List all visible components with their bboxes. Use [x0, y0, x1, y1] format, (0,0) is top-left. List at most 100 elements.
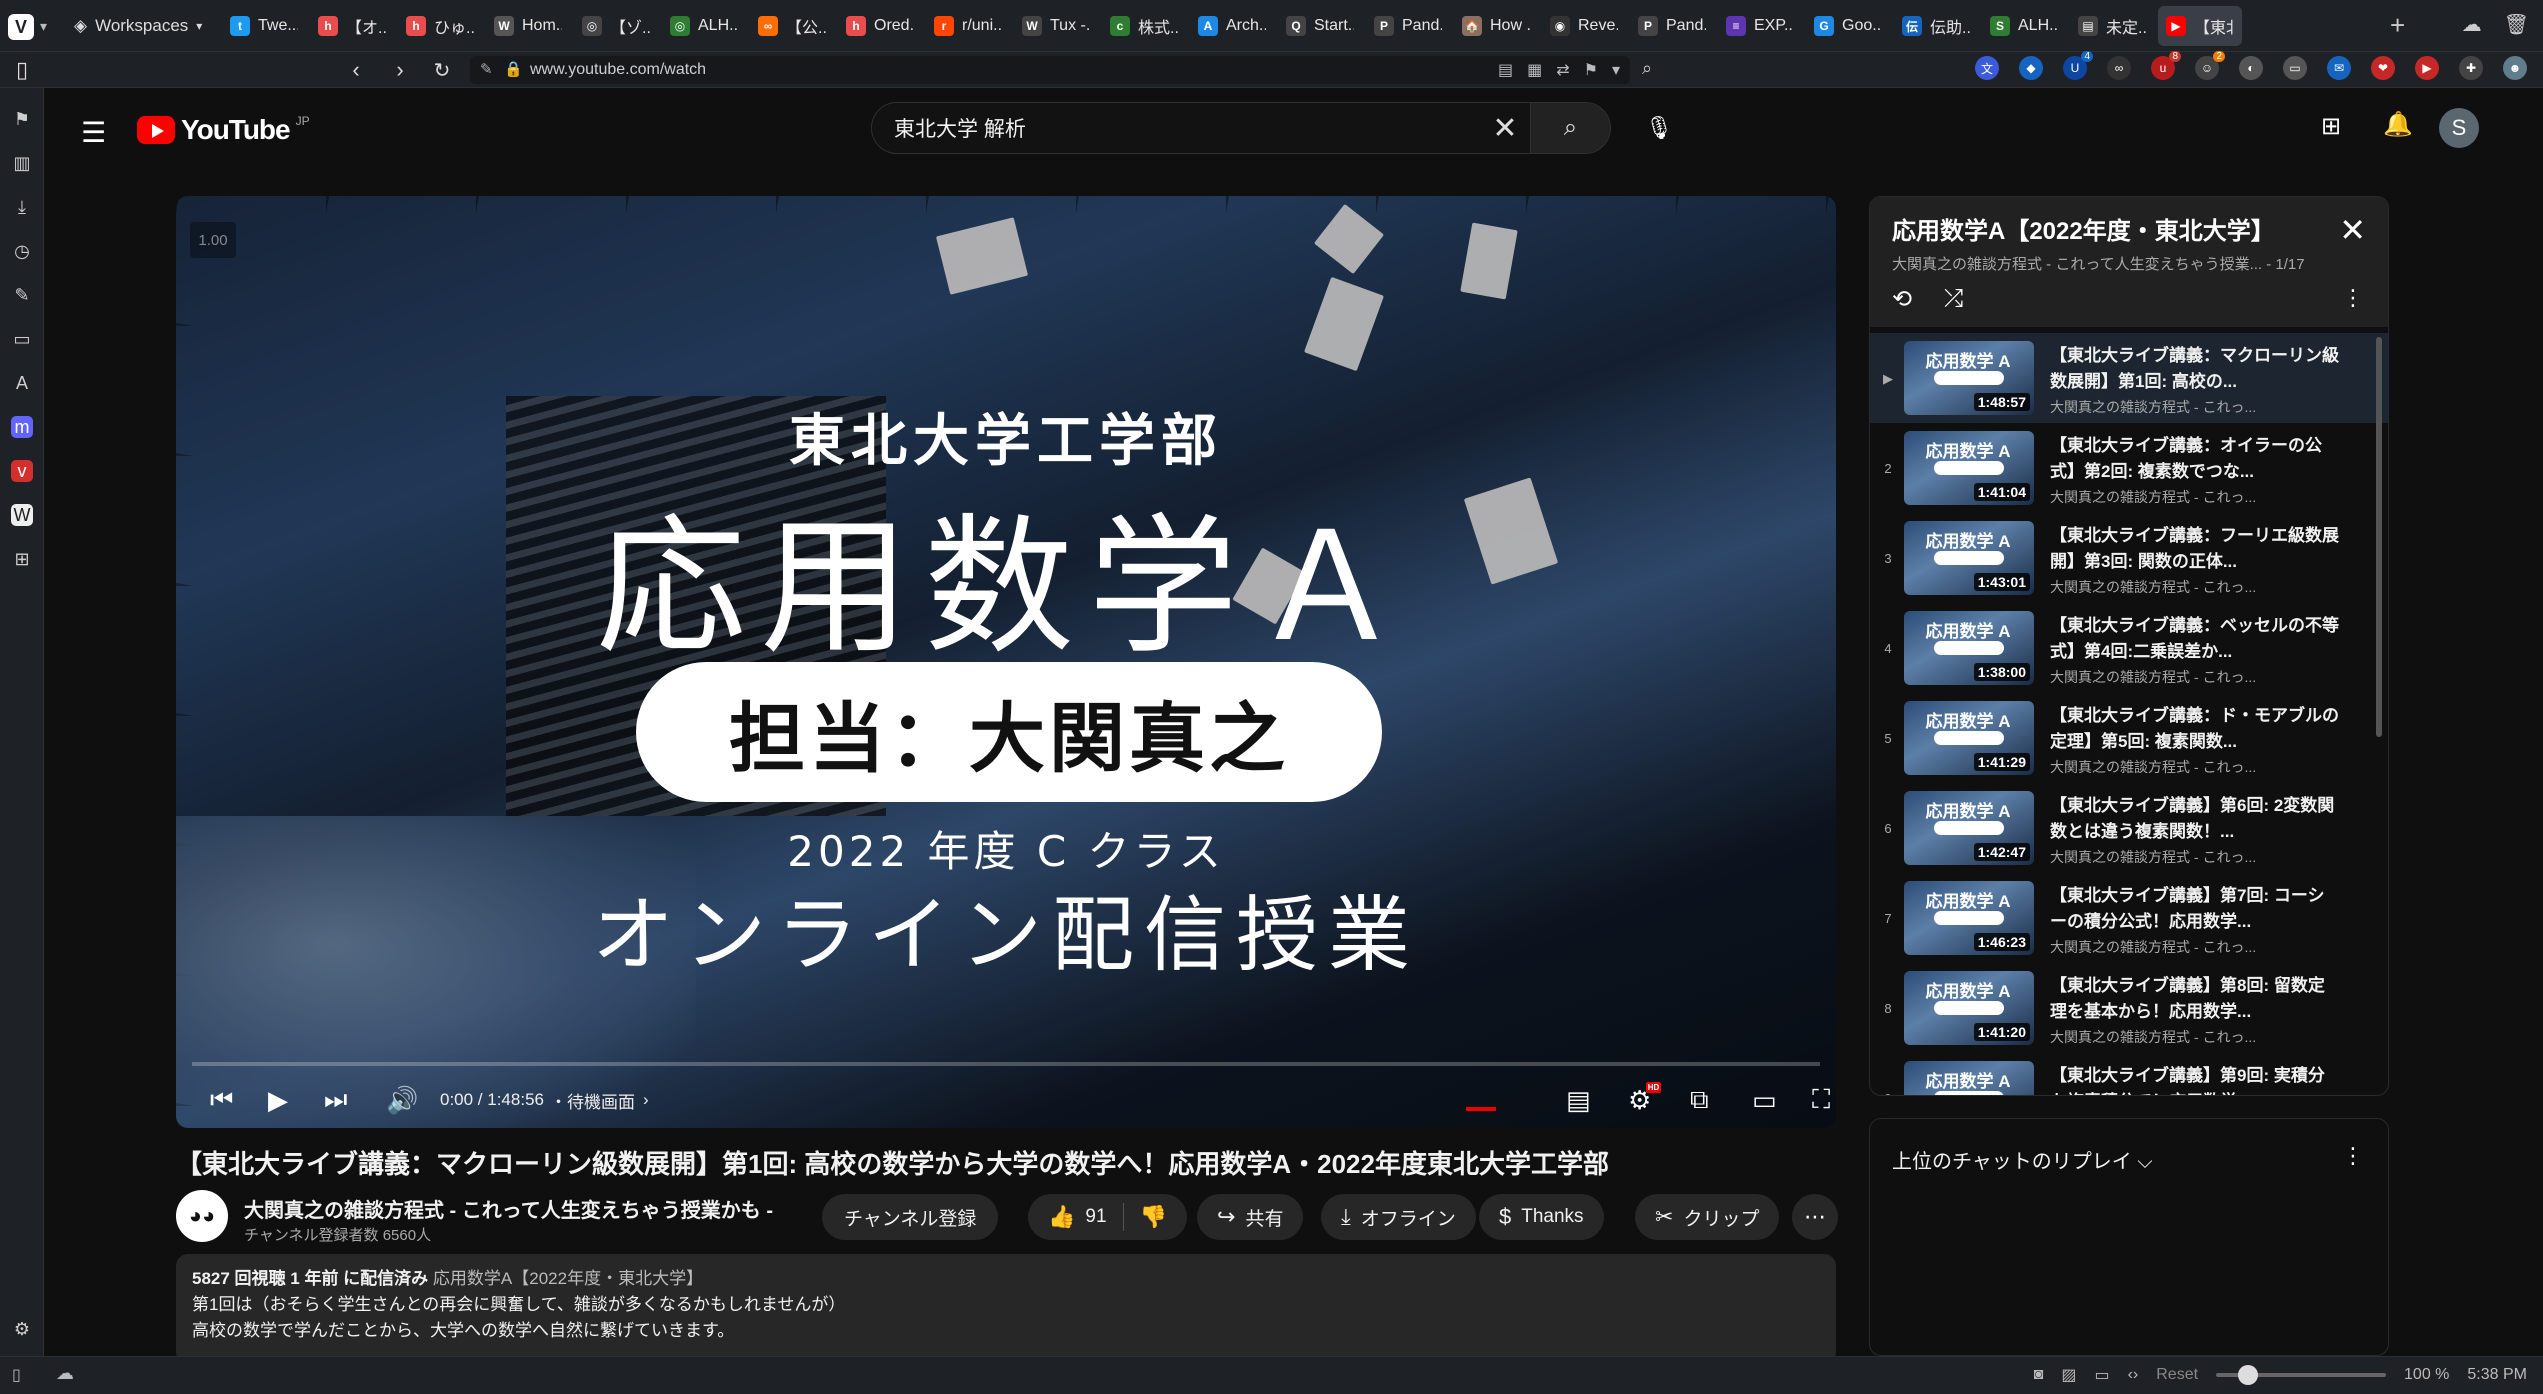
cloud-icon[interactable]: ☁ [2462, 12, 2482, 37]
notes-icon[interactable]: ✎ [11, 284, 33, 306]
playlist-item-thumbnail[interactable]: 応用数学 A 1:46:23 [1904, 881, 2034, 955]
browser-tab[interactable]: G Goo... [1806, 6, 1890, 46]
vivaldi-panel-icon[interactable]: v [11, 460, 33, 482]
thanks-button[interactable]: $ Thanks [1479, 1194, 1604, 1240]
volume-icon[interactable]: 🔊 [386, 1080, 418, 1120]
edit-icon[interactable]: ✎ [480, 60, 493, 78]
reading-list-icon[interactable]: ▥ [11, 152, 33, 174]
clip-button[interactable]: ✂ クリップ [1635, 1194, 1780, 1240]
chevron-right-icon[interactable]: › [643, 1090, 649, 1110]
workspaces-button[interactable]: ◈ Workspaces ▾ [74, 12, 202, 40]
shield-extension-icon[interactable]: U4 [2063, 51, 2093, 80]
downloads-icon[interactable]: ⤓ [11, 196, 33, 218]
playlist-menu-icon[interactable]: ⋮ [2342, 285, 2364, 311]
history-icon[interactable]: ◷ [11, 240, 33, 262]
playlist-item-thumbnail[interactable]: 応用数学 A 1:43:01 [1904, 521, 2034, 595]
playlist-item[interactable]: 6 応用数学 A 1:42:47 【東北大ライブ講義】第6回: 2変数関数とは違う複素… [1870, 783, 2388, 873]
zoom-slider-knob[interactable] [2238, 1365, 2259, 1385]
playlist-item[interactable]: 9 応用数学 A1:49:13 【東北大ライブ講義】第9回: 実積分も複素積分で！応… [1870, 1053, 2388, 1095]
image-icon[interactable]: ▨ [2061, 1365, 2076, 1385]
pocket-extension-icon[interactable]: ❤ [2371, 56, 2395, 80]
browser-tab[interactable]: h 【オ... [310, 6, 394, 46]
vivaldi-menu-icon[interactable]: V [8, 14, 34, 40]
close-icon[interactable]: ✕ [2339, 211, 2366, 249]
chat-menu-icon[interactable]: ⋮ [2342, 1143, 2364, 1169]
browser-tab[interactable]: P Pand... [1630, 6, 1714, 46]
playlist-item-thumbnail[interactable]: 応用数学 A 1:41:04 [1904, 431, 2034, 505]
browser-tab[interactable]: r r/uni... [926, 6, 1010, 46]
add-panel-icon[interactable]: ⊞ [11, 548, 33, 570]
youtube-extension-icon[interactable]: ▶ [2415, 56, 2439, 80]
sidebar-toggle-icon[interactable]: ▯ [8, 56, 36, 84]
playlist-item-title[interactable]: 【東北大ライブ講義】第6回: 2変数関数とは違う複素関数！... [2050, 793, 2340, 845]
previous-icon[interactable]: ⏮ [210, 1080, 233, 1120]
play-icon[interactable]: ▶ [268, 1080, 288, 1120]
playlist-item-thumbnail[interactable]: 応用数学 A 1:41:29 [1904, 701, 2034, 775]
playlist-link[interactable]: 応用数学A【2022年度・東北大学】 [433, 1269, 703, 1288]
playlist-item-thumbnail[interactable]: 応用数学 A 1:41:20 [1904, 971, 2034, 1045]
back-button[interactable]: ‹ [342, 56, 370, 84]
description-box[interactable]: 5827 回視聴 1 年前 に配信済み 応用数学A【2022年度・東北大学】 第… [176, 1254, 1836, 1356]
youtube-logo[interactable]: YouTube JP [137, 114, 310, 146]
playlist-item[interactable]: 2 応用数学 A 1:41:04 【東北大ライブ講義：オイラーの公式】第2回: 複素数… [1870, 423, 2388, 513]
browser-tab[interactable]: h ひゅ... [398, 6, 482, 46]
progress-bar[interactable] [192, 1062, 1820, 1066]
people-extension-icon[interactable]: ☺ 2 [2195, 51, 2225, 80]
camera-icon[interactable]: ◙ [2034, 1366, 2044, 1384]
reload-button[interactable]: ↻ [428, 56, 456, 84]
playlist-scrollbar[interactable] [2376, 337, 2382, 737]
playlist-item-thumbnail[interactable]: 応用数学 A 1:38:00 [1904, 611, 2034, 685]
share-button[interactable]: ↪ 共有 [1197, 1194, 1304, 1240]
cloud-sync-icon[interactable]: ☁ [56, 1363, 74, 1384]
window-panel-icon[interactable]: ▭ [11, 328, 33, 350]
playlist-item-title[interactable]: 【東北大ライブ講義：ベッセルの不等式】第4回:二乗誤差か... [2050, 613, 2340, 665]
playlist-item-thumbnail[interactable]: 応用数学 A 1:42:47 [1904, 791, 2034, 865]
settings-gear-icon[interactable]: ⚙ [11, 1318, 33, 1340]
create-video-icon[interactable]: ⊞ [2321, 112, 2341, 141]
playlist-item[interactable]: 4 応用数学 A 1:38:00 【東北大ライブ講義：ベッセルの不等式】第4回:二乗誤… [1870, 603, 2388, 693]
browser-tab[interactable]: P Pand... [1366, 6, 1450, 46]
search-button[interactable]: ⌕ [1530, 103, 1610, 153]
playlist-item[interactable]: 7 応用数学 A 1:46:23 【東北大ライブ講義】第7回: コーシーの積分公式！応… [1870, 873, 2388, 963]
clear-search-icon[interactable]: ✕ [1480, 111, 1530, 146]
voice-search-mic-icon[interactable]: 🎙 [1637, 106, 1681, 150]
browser-tab[interactable]: ∞ 【公... [750, 6, 834, 46]
account-avatar[interactable]: S [2439, 108, 2479, 148]
playlist-item[interactable]: 8 応用数学 A 1:41:20 【東北大ライブ講義】第8回: 留数定理を基本から！応… [1870, 963, 2388, 1053]
glasses-extension-icon[interactable]: ∞ [2107, 56, 2131, 80]
profile-icon[interactable]: ☻ [2503, 56, 2527, 80]
miniplayer-icon[interactable]: ⧉ [1690, 1080, 1709, 1120]
moon-extension-icon[interactable]: ◐ [2239, 56, 2263, 80]
panel-toggle-icon[interactable]: ▯ [12, 1365, 21, 1385]
playlist-item[interactable]: 3 応用数学 A 1:43:01 【東北大ライブ講義：フーリエ級数展開】第3回: 関数… [1870, 513, 2388, 603]
pin-extension-icon[interactable]: ◆ [2019, 56, 2043, 80]
zoom-slider[interactable] [2216, 1365, 2387, 1385]
chevron-down-icon[interactable]: ▾ [40, 18, 47, 35]
loop-icon[interactable]: ⟲ [1892, 285, 1912, 314]
qr-icon[interactable]: ▦ [1527, 60, 1542, 80]
browser-tab[interactable]: W Hom... [486, 6, 570, 46]
browser-tab[interactable]: ▶ 【東北... [2158, 6, 2242, 46]
more-actions-icon[interactable]: ⋯ [1792, 1194, 1838, 1240]
playlist-item-thumbnail[interactable]: 応用数学 A1:49:13 [1904, 1061, 2034, 1095]
playlist-item-title[interactable]: 【東北大ライブ講義：オイラーの公式】第2回: 複素数でつな... [2050, 433, 2340, 485]
shuffle-icon[interactable]: ⤮ [1944, 285, 1963, 313]
playlist-item-title[interactable]: 【東北大ライブ講義：ド・モアブルの定理】第5回: 複素関数... [2050, 703, 2340, 755]
browser-tab[interactable]: Q Start... [1278, 6, 1362, 46]
chevron-down-icon[interactable]: ▾ [1612, 60, 1620, 80]
playlist-item[interactable]: ▶ 応用数学 A 1:48:57 【東北大ライブ講義：マクローリン級数展開】第1回: … [1870, 333, 2388, 423]
chat-extension-icon[interactable]: ✉ [2327, 56, 2351, 80]
translate-extension-icon[interactable]: 文 [1975, 56, 1999, 80]
subscribe-button[interactable]: チャンネル登録 [822, 1194, 999, 1240]
browser-tab[interactable]: 伝伝助... [1894, 6, 1978, 46]
browser-tab[interactable]: ≡ EXP... [1718, 6, 1802, 46]
browser-tab[interactable]: ◉ Reve... [1542, 6, 1626, 46]
playlist-item-title[interactable]: 【東北大ライブ講義：フーリエ級数展開】第3回: 関数の正体... [2050, 523, 2340, 575]
browser-tab[interactable]: ◎ 【ゾ... [574, 6, 658, 46]
theater-mode-icon[interactable]: ▭ [1752, 1080, 1777, 1120]
browser-tab[interactable]: A Arch... [1190, 6, 1274, 46]
translate-panel-icon[interactable]: A [11, 372, 33, 394]
notifications-bell-icon[interactable]: 🔔 [2383, 110, 2413, 139]
browser-tab[interactable]: h Ored... [838, 6, 922, 46]
like-count[interactable]: 91 [1085, 1206, 1106, 1228]
